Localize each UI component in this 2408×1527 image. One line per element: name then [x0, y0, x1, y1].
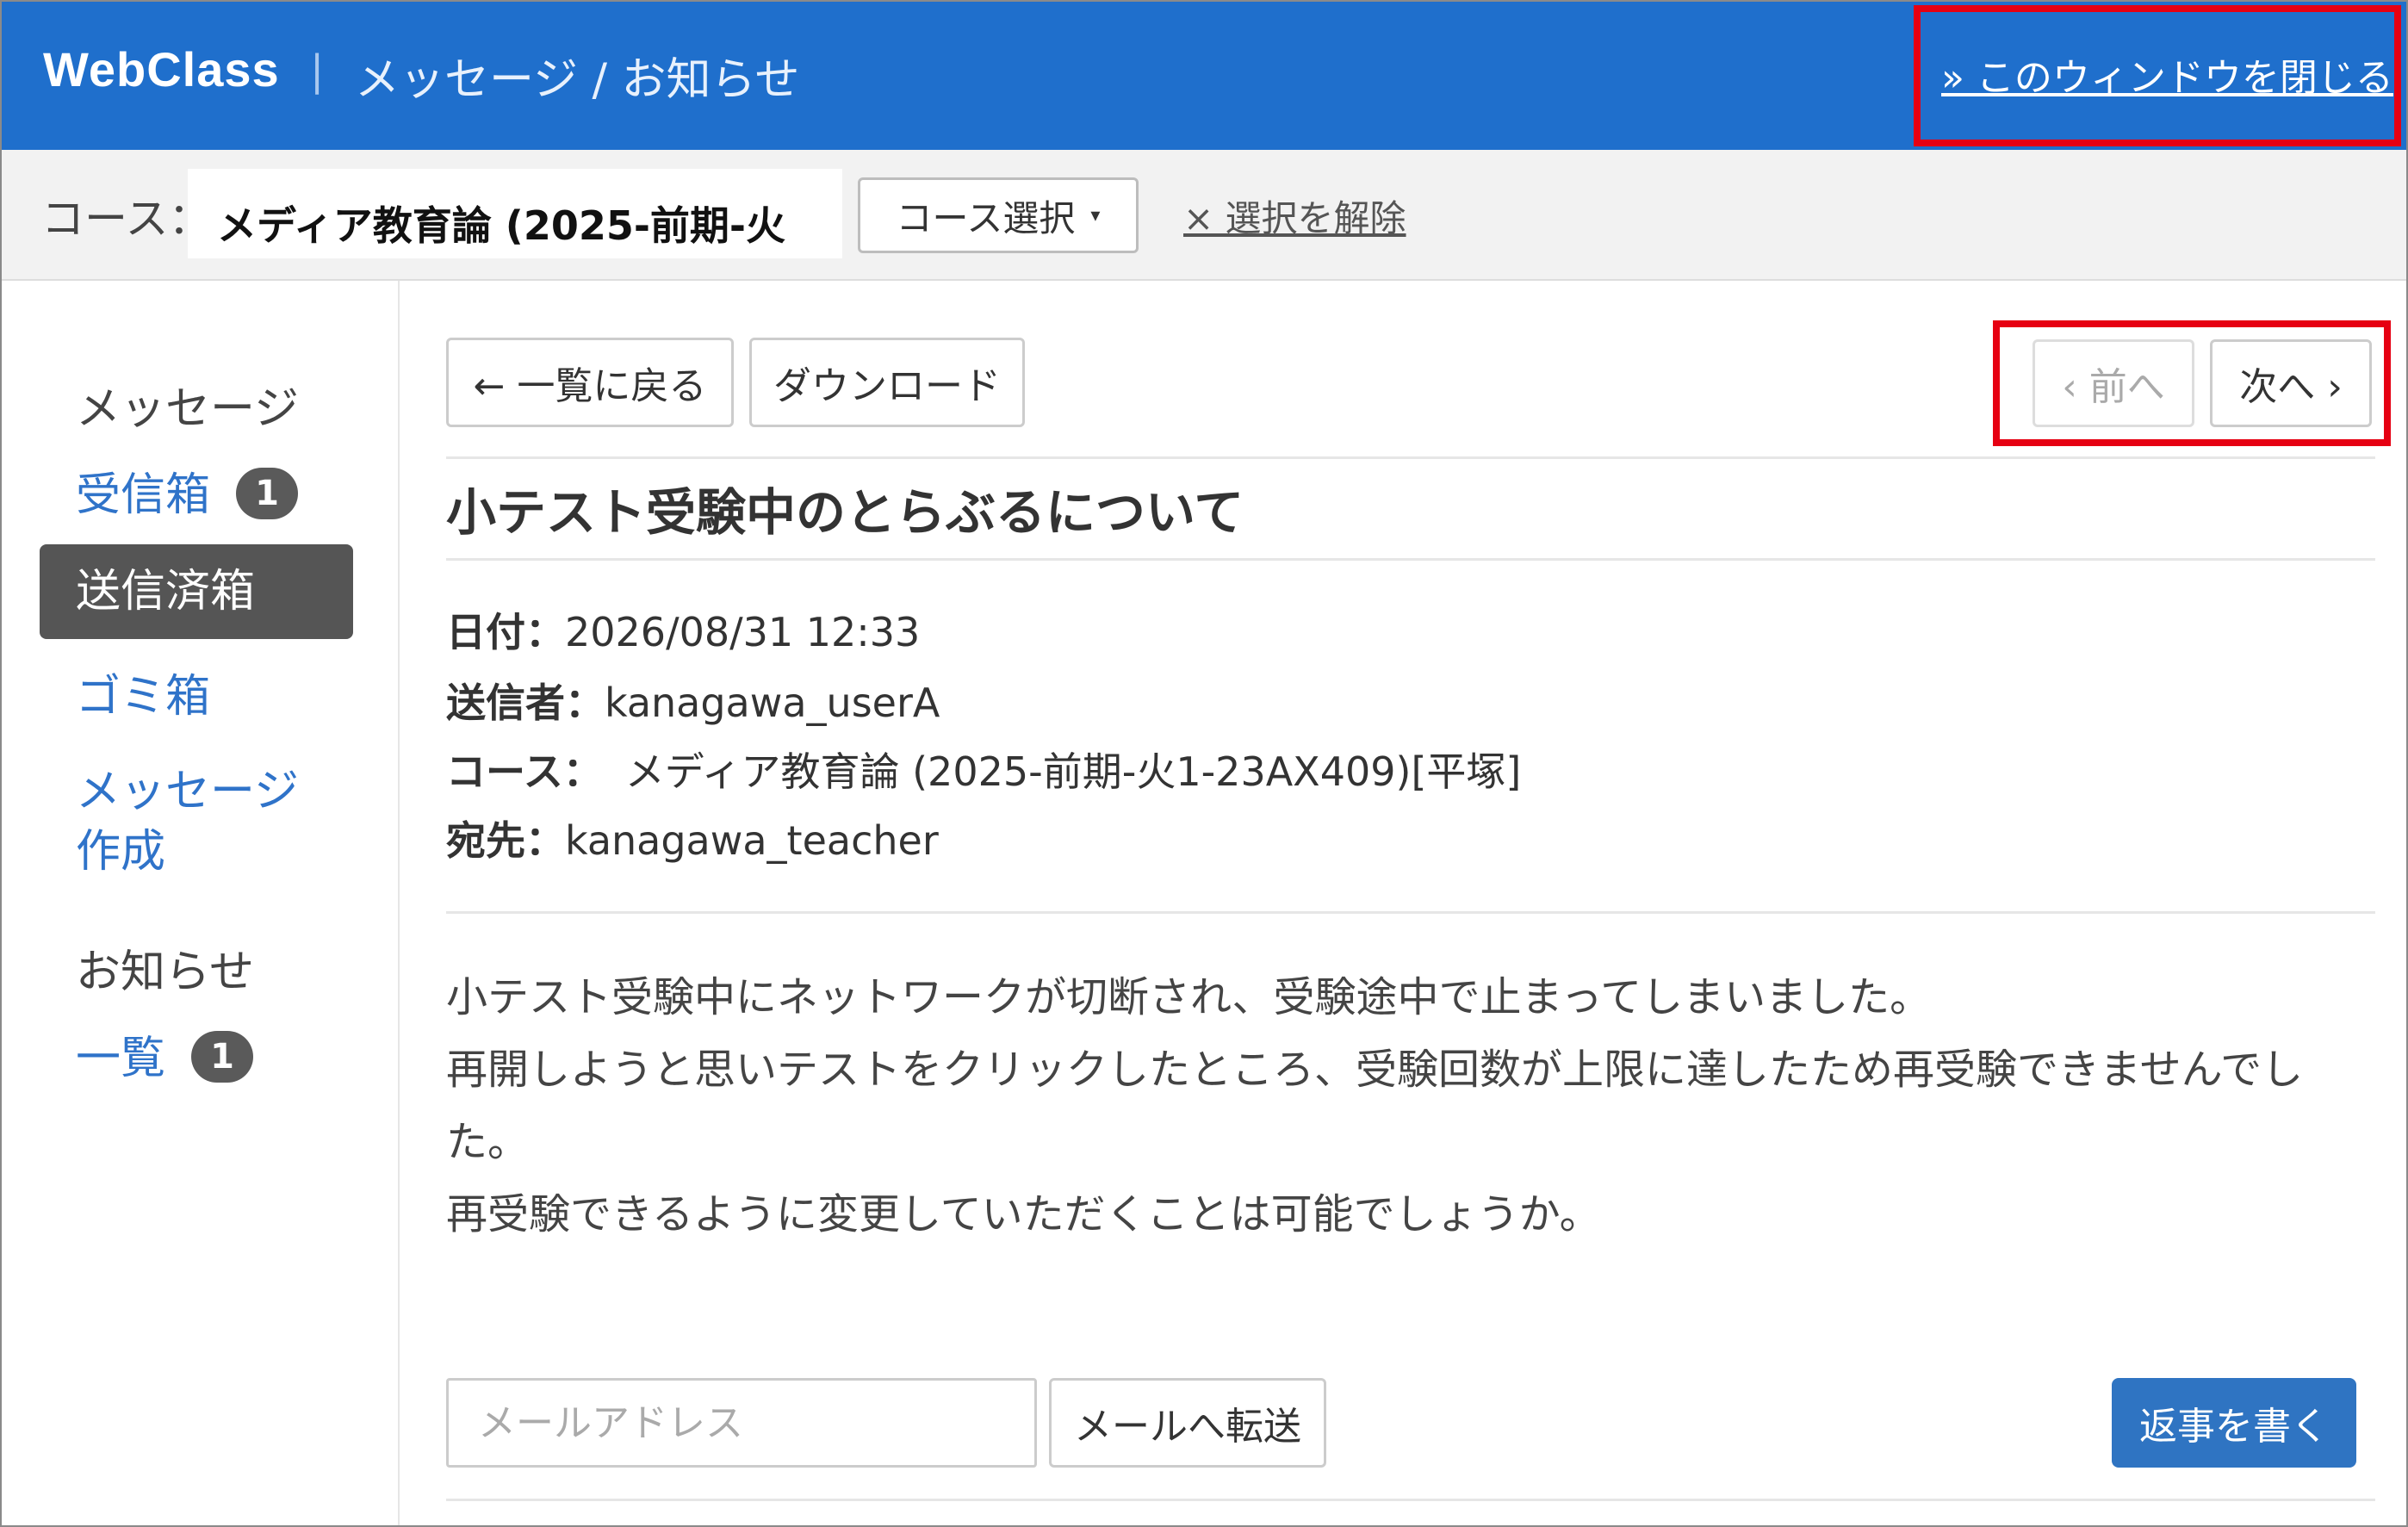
- notice-count-badge: 1: [191, 1031, 254, 1083]
- course-bar: コース： メディア教育論 (2025-前期-火 コース選択 ▾ × 選択を解除: [2, 150, 2406, 281]
- sidebar-item-label: 作成: [76, 826, 166, 878]
- divider: [446, 911, 2375, 914]
- course-select-button[interactable]: コース選択 ▾: [858, 177, 1139, 253]
- forward-to-mail-button[interactable]: メールへ転送: [1049, 1378, 1326, 1468]
- date-label: 日付：: [446, 609, 565, 655]
- course-name-box: メディア教育論 (2025-前期-火: [188, 169, 842, 258]
- next-message-button[interactable]: 次へ ›: [2210, 339, 2372, 427]
- sidebar: メッセージ 受信箱 1 送信済箱 ゴミ箱 メッセージ 作成 お知らせ 一覧 1: [2, 281, 400, 1525]
- course-field-value: メディア教育論 (2025-前期-火1-23AX409)[平塚]: [624, 748, 1522, 795]
- message-recipient: 宛先：kanagawa_teacher: [446, 810, 939, 866]
- download-button[interactable]: ダウンロード: [749, 338, 1025, 427]
- sidebar-item-label: メッセージ: [76, 766, 299, 817]
- divider: [446, 1499, 2375, 1501]
- webclass-window: WebClass | メッセージ / お知らせ » このウィンドウを閉じる コー…: [0, 0, 2408, 1527]
- sender-label: 送信者：: [446, 680, 605, 726]
- back-to-list-button[interactable]: ← 一覧に戻る: [446, 338, 734, 427]
- sender-value: kanagawa_userA: [605, 680, 940, 726]
- inbox-count-badge: 1: [236, 468, 299, 519]
- course-field-label: コース：: [446, 748, 603, 795]
- divider: [446, 456, 2375, 459]
- course-select-label: コース選択: [896, 196, 1076, 239]
- divider: [446, 558, 2375, 561]
- course-name: メディア教育論 (2025-前期-火: [217, 202, 786, 249]
- sidebar-heading-message: メッセージ: [76, 383, 299, 435]
- clear-selection-link[interactable]: × 選択を解除: [1183, 189, 1406, 242]
- date-value: 2026/08/31 12:33: [565, 609, 921, 655]
- recipient-label: 宛先：: [446, 817, 565, 864]
- body-line: た。: [446, 1118, 530, 1166]
- brand-logo: WebClass: [43, 42, 280, 96]
- body-line: 小テスト受験中にネットワークが切断され、受験途中で止まってしまいました。: [446, 973, 1932, 1021]
- reply-button[interactable]: 返事を書く: [2112, 1378, 2356, 1468]
- message-sender: 送信者：kanagawa_userA: [446, 672, 940, 729]
- header-title: メッセージ / お知らせ: [355, 54, 800, 106]
- app-header: WebClass | メッセージ / お知らせ » このウィンドウを閉じる: [2, 2, 2406, 150]
- email-address-input[interactable]: [446, 1378, 1037, 1468]
- sidebar-item-label: 受信箱: [76, 469, 211, 521]
- message-subject: 小テスト受験中のとらぶるについて: [446, 483, 1244, 542]
- recipient-value: kanagawa_teacher: [565, 817, 939, 864]
- close-window-link[interactable]: » このウィンドウを閉じる: [1941, 47, 2393, 102]
- sidebar-heading-notice: お知らせ: [76, 947, 254, 998]
- course-label: コース：: [41, 194, 212, 244]
- sidebar-item-label: 送信済箱: [76, 566, 256, 618]
- body-line: 再受験できるように変更していただくことは可能でしょうか。: [446, 1190, 1601, 1238]
- sidebar-item-compose[interactable]: メッセージ 作成: [76, 761, 299, 882]
- sidebar-item-sent[interactable]: 送信済箱: [40, 544, 353, 639]
- message-course: コース： メディア教育論 (2025-前期-火1-23AX409)[平塚]: [446, 741, 1521, 798]
- header-separator: |: [310, 47, 325, 95]
- sidebar-item-label: 一覧: [76, 1033, 166, 1084]
- body-line: 再開しようと思いテストをクリックしたところ、受験回数が上限に達したため再受験でき…: [446, 1046, 2304, 1094]
- sidebar-item-notice-list[interactable]: 一覧 1: [76, 1021, 254, 1086]
- message-body: 小テスト受験中にネットワークが切断され、受験途中で止まってしまいました。 再開し…: [446, 961, 2341, 1251]
- message-date: 日付：2026/08/31 12:33: [446, 601, 920, 658]
- sidebar-item-inbox[interactable]: 受信箱 1: [76, 458, 299, 523]
- sidebar-item-trash[interactable]: ゴミ箱: [76, 660, 210, 724]
- message-detail: ← 一覧に戻る ダウンロード ‹ 前へ 次へ › 小テスト受験中のとらぶるについ…: [398, 281, 2406, 1525]
- caret-down-icon: ▾: [1090, 204, 1101, 227]
- prev-message-button[interactable]: ‹ 前へ: [2033, 339, 2194, 427]
